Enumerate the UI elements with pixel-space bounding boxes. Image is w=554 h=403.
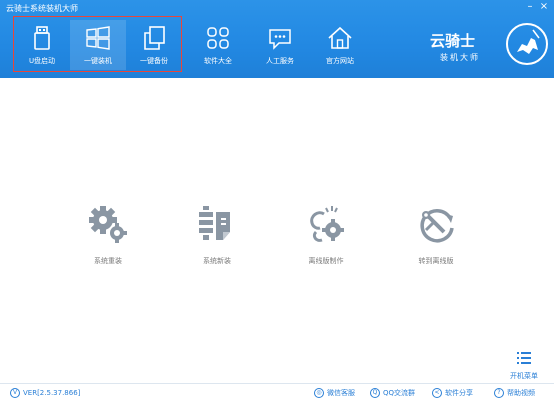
nav-website[interactable]: 官方网站 [312, 20, 368, 70]
boot-menu-label: 开机菜单 [510, 372, 538, 380]
wechat-support-link[interactable]: ◎ 微信客服 [314, 388, 355, 398]
nav-one-click-backup[interactable]: 一键备份 [126, 20, 182, 70]
nav-label: 人工服务 [266, 57, 294, 65]
feature-system-reinstall[interactable]: 系统重装 [68, 202, 148, 266]
wechat-icon: ◎ [314, 388, 324, 398]
share-icon: < [432, 388, 442, 398]
feature-label: 离线版制作 [308, 257, 344, 265]
window-title: 云骑士系统装机大师 [6, 4, 78, 13]
boot-menu-button[interactable]: 开机菜单 [502, 350, 546, 381]
help-icon: ? [494, 388, 504, 398]
minimize-button[interactable]: – [524, 1, 536, 13]
copy-icon [144, 26, 165, 50]
nav-label: 一键装机 [84, 57, 112, 65]
usb-drive-icon [34, 26, 50, 50]
system-install-icon [199, 206, 230, 240]
version-check-icon: V [10, 388, 20, 398]
qq-group-link[interactable]: Q QQ交流群 [370, 388, 415, 398]
version-text: VER[2.5.37.866] [23, 389, 81, 397]
link-label: 帮助视频 [507, 389, 535, 397]
footer-bar: V VER[2.5.37.866] ◎ 微信客服 Q QQ交流群 < 软件分享 … [0, 383, 554, 403]
feature-label: 系统重装 [94, 257, 122, 265]
list-menu-icon [517, 352, 531, 364]
nav-support[interactable]: 人工服务 [252, 20, 308, 70]
qq-icon: Q [370, 388, 380, 398]
link-label: 微信客服 [327, 389, 355, 397]
nav-label: 官方网站 [326, 57, 354, 65]
switch-offline-icon [420, 209, 454, 243]
brand-tagline: 装机大师 [440, 53, 480, 62]
nav-one-click-install[interactable]: 一键装机 [70, 20, 126, 70]
knight-logo-icon [506, 23, 548, 65]
offline-make-icon [310, 206, 344, 242]
feature-label: 系统新装 [203, 257, 231, 265]
share-software-link[interactable]: < 软件分享 [432, 388, 473, 398]
windows-icon [86, 26, 110, 50]
nav-software[interactable]: 软件大全 [190, 20, 246, 70]
home-icon [328, 26, 352, 49]
close-button[interactable]: × [538, 1, 550, 13]
nav-label: U盘启动 [28, 57, 56, 65]
feature-switch-offline[interactable]: 转到离线版 [396, 202, 476, 266]
version-info: V VER[2.5.37.866] [10, 388, 80, 398]
feature-label: 转到离线版 [418, 257, 454, 265]
brand-name: 云骑士 [430, 32, 476, 50]
nav-label: 软件大全 [204, 57, 232, 65]
link-label: 软件分享 [445, 389, 473, 397]
feature-system-new-install[interactable]: 系统新装 [177, 202, 257, 266]
chat-icon [269, 29, 291, 50]
gears-icon [89, 206, 127, 243]
header-bar: 云骑士系统装机大师 – × U盘启动 一键装机 一键备份 软件大全 人工服务 官… [0, 0, 554, 78]
apps-grid-icon [207, 27, 229, 49]
nav-label: 一键备份 [140, 57, 168, 65]
help-video-link[interactable]: ? 帮助视频 [494, 388, 535, 398]
feature-offline-make[interactable]: 离线版制作 [286, 202, 366, 266]
link-label: QQ交流群 [383, 389, 416, 397]
nav-usb-boot[interactable]: U盘启动 [14, 20, 70, 70]
